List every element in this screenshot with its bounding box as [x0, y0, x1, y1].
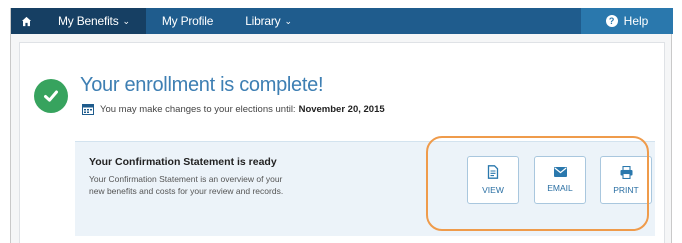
deadline-date: November 20, 2015: [298, 103, 385, 115]
chevron-down-icon: ⌄: [122, 15, 131, 26]
success-check-icon: [34, 79, 68, 113]
statement-title: Your Confirmation Statement is ready: [89, 156, 277, 168]
change-deadline-line: You may make changes to your elections u…: [82, 103, 385, 115]
help-button[interactable]: ? Help: [581, 8, 673, 34]
home-button[interactable]: [11, 8, 42, 34]
home-icon: [21, 16, 32, 26]
help-label: Help: [623, 14, 649, 28]
nav-my-benefits-label: My Benefits: [58, 14, 119, 28]
calendar-icon: [82, 104, 94, 115]
deadline-prefix: You may make changes to your elections u…: [100, 103, 296, 115]
help-icon: ?: [605, 15, 618, 27]
chevron-down-icon: ⌄: [284, 15, 292, 26]
action-highlight-ring: [426, 136, 649, 231]
nav-library-label: Library: [245, 14, 281, 28]
page-title: Your enrollment is complete!: [80, 74, 324, 96]
nav-library[interactable]: Library ⌄: [229, 8, 308, 34]
nav-my-profile[interactable]: My Profile: [146, 8, 229, 34]
nav-my-benefits[interactable]: My Benefits ⌄: [42, 8, 146, 34]
top-navbar: My Benefits ⌄ My Profile Library ⌄ ? Hel…: [11, 8, 673, 34]
nav-my-profile-label: My Profile: [161, 14, 214, 28]
statement-description: Your Confirmation Statement is an overvi…: [89, 174, 284, 196]
